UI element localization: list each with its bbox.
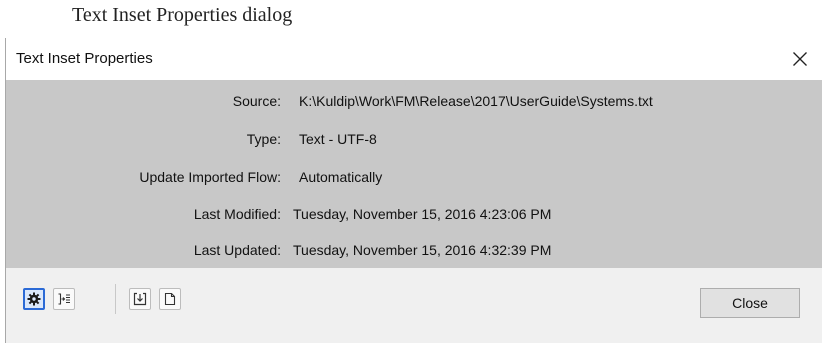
open-document-button[interactable]	[159, 288, 181, 310]
dialog-footer: Close	[6, 268, 822, 343]
settings-button[interactable]	[23, 288, 45, 310]
close-button[interactable]: Close	[700, 288, 800, 318]
dialog-titlebar: Text Inset Properties	[6, 38, 822, 80]
last-modified-value: Tuesday, November 15, 2016 4:23:06 PM	[293, 206, 552, 222]
source-row: Source: K:\Kuldip\Work\FM\Release\2017\U…	[6, 93, 822, 113]
text-inset-properties-dialog: Text Inset Properties Source: K:\Kuldip\…	[5, 38, 822, 343]
update-flow-label: Update Imported Flow:	[139, 169, 281, 185]
import-flow-button[interactable]	[53, 288, 75, 310]
figure-caption: Text Inset Properties dialog	[72, 4, 293, 26]
properties-panel: Source: K:\Kuldip\Work\FM\Release\2017\U…	[6, 80, 822, 268]
source-value: K:\Kuldip\Work\FM\Release\2017\UserGuide…	[299, 93, 653, 109]
import-icon	[58, 293, 70, 305]
type-label: Type:	[246, 131, 281, 147]
close-window-button[interactable]	[780, 40, 820, 78]
source-label: Source:	[232, 93, 281, 109]
toolbar-separator	[115, 284, 116, 314]
update-flow-row: Update Imported Flow: Automatically	[6, 169, 822, 189]
update-icon	[133, 292, 147, 306]
last-updated-row: Last Updated: Tuesday, November 15, 2016…	[6, 242, 822, 262]
last-updated-label: Last Updated:	[193, 242, 281, 258]
document-icon	[164, 292, 176, 306]
last-modified-row: Last Modified: Tuesday, November 15, 201…	[6, 206, 822, 226]
close-icon	[793, 52, 807, 66]
update-flow-value: Automatically	[299, 169, 383, 185]
type-value: Text - UTF-8	[299, 131, 377, 147]
update-button[interactable]	[129, 288, 151, 310]
last-updated-value: Tuesday, November 15, 2016 4:32:39 PM	[293, 242, 552, 258]
dialog-title: Text Inset Properties	[16, 50, 153, 67]
type-row: Type: Text - UTF-8	[6, 131, 822, 151]
last-modified-label: Last Modified:	[193, 206, 281, 222]
gear-icon	[27, 292, 41, 306]
